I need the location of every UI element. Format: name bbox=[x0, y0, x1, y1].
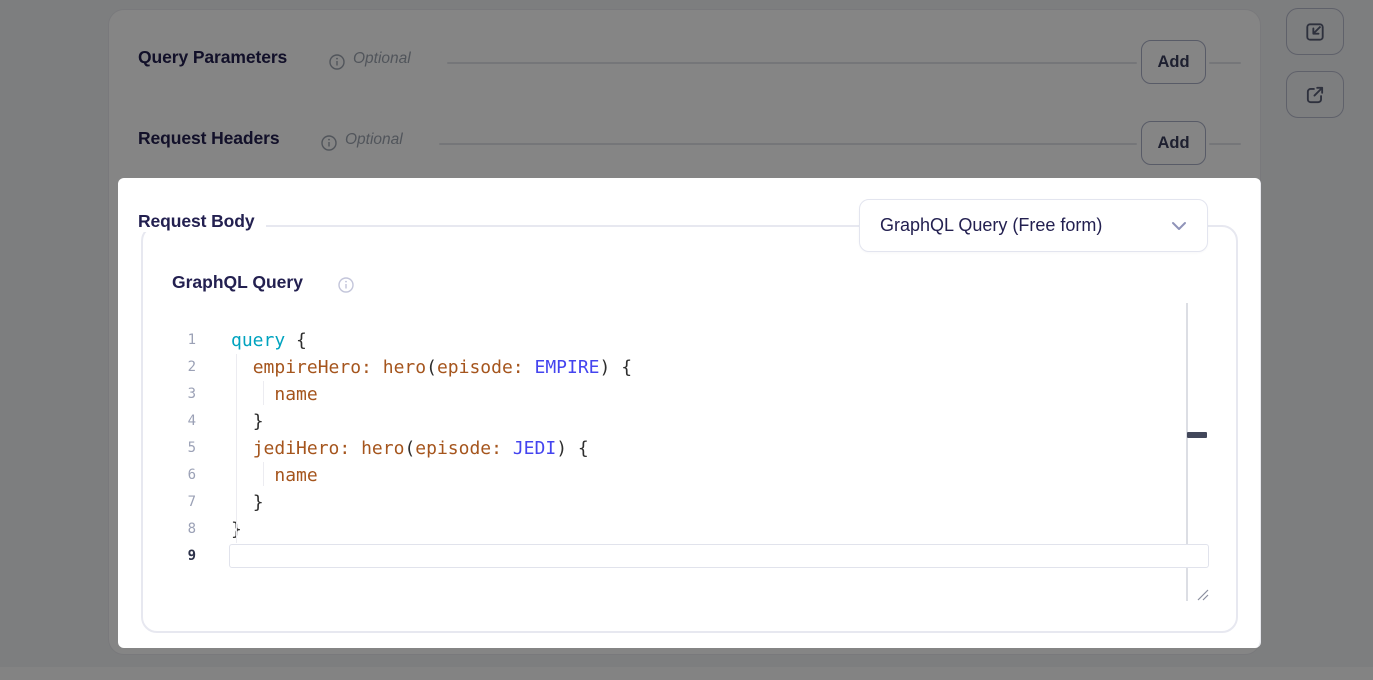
arrow-into-box-icon bbox=[1304, 21, 1326, 43]
query-parameters-label: Query Parameters bbox=[138, 47, 287, 68]
request-body-legend: Request Body bbox=[129, 211, 266, 232]
divider-line bbox=[447, 62, 1137, 64]
line-number: 7 bbox=[166, 489, 196, 516]
query-parameters-optional: Optional bbox=[353, 50, 411, 68]
collapse-editor-button[interactable] bbox=[1286, 8, 1344, 55]
divider-line bbox=[1209, 62, 1241, 64]
resize-handle-icon[interactable] bbox=[1195, 587, 1209, 601]
api-form-card: Query Parameters Optional Add Request He… bbox=[108, 9, 1261, 655]
open-external-button[interactable] bbox=[1286, 71, 1344, 118]
code-line[interactable]: name bbox=[231, 381, 1186, 408]
indent-guide bbox=[263, 462, 264, 486]
add-query-parameter-button[interactable]: Add bbox=[1141, 40, 1206, 84]
body-type-select[interactable]: GraphQL Query (Free form) bbox=[859, 199, 1208, 252]
editor-scrollbar-thumb[interactable] bbox=[1187, 432, 1207, 438]
line-number: 5 bbox=[166, 435, 196, 462]
chevron-down-icon bbox=[1171, 221, 1187, 231]
line-number: 8 bbox=[166, 516, 196, 543]
active-line-highlight[interactable] bbox=[229, 544, 1209, 568]
editor-code[interactable]: query { empireHero: hero(episode: EMPIRE… bbox=[231, 327, 1186, 570]
line-number: 4 bbox=[166, 408, 196, 435]
request-headers-optional: Optional bbox=[345, 131, 403, 149]
page-background: Query Parameters Optional Add Request He… bbox=[0, 0, 1373, 680]
divider-line bbox=[1209, 143, 1241, 145]
graphql-query-label: GraphQL Query bbox=[172, 272, 303, 293]
page-footer-strip bbox=[0, 667, 1373, 680]
code-line[interactable]: } bbox=[231, 516, 1186, 543]
indent-guide bbox=[236, 354, 237, 543]
body-type-select-value: GraphQL Query (Free form) bbox=[880, 215, 1171, 236]
indent-guide bbox=[263, 381, 264, 405]
line-number: 9 bbox=[166, 543, 196, 570]
code-line[interactable]: } bbox=[231, 408, 1186, 435]
request-headers-label: Request Headers bbox=[138, 128, 279, 149]
editor-gutter: 123456789 bbox=[166, 327, 196, 570]
code-line[interactable]: query { bbox=[231, 327, 1186, 354]
line-number: 1 bbox=[166, 327, 196, 354]
info-icon[interactable] bbox=[321, 135, 337, 151]
info-icon[interactable] bbox=[338, 277, 354, 293]
code-line[interactable]: } bbox=[231, 489, 1186, 516]
line-number: 6 bbox=[166, 462, 196, 489]
info-icon[interactable] bbox=[329, 54, 345, 70]
code-line[interactable]: empireHero: hero(episode: EMPIRE) { bbox=[231, 354, 1186, 381]
divider-line bbox=[439, 143, 1137, 145]
line-number: 2 bbox=[166, 354, 196, 381]
add-request-header-button[interactable]: Add bbox=[1141, 121, 1206, 165]
external-link-icon bbox=[1304, 84, 1326, 106]
code-line[interactable]: name bbox=[231, 462, 1186, 489]
code-line[interactable]: jediHero: hero(episode: JEDI) { bbox=[231, 435, 1186, 462]
request-body-label: Request Body bbox=[138, 211, 254, 231]
line-number: 3 bbox=[166, 381, 196, 408]
